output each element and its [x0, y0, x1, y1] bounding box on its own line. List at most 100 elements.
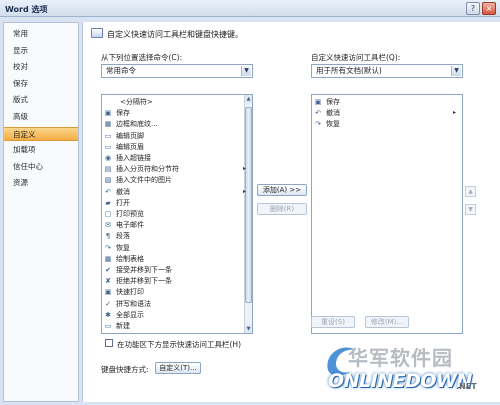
list-item[interactable]: ▦ 绘制表格: [104, 254, 234, 264]
command-icon: ▭: [104, 131, 112, 140]
watermark: 华军软件园 ONLINEDOWN .NET: [318, 338, 500, 405]
command-label: 恢复: [326, 120, 340, 129]
list-item[interactable]: ▭ 编辑页脚: [104, 131, 234, 141]
commands-scrollbar[interactable]: ▲ ▼: [244, 95, 252, 333]
list-item[interactable]: ↶ 撤消 ▸: [314, 108, 456, 118]
command-label: 插入超链接: [116, 154, 151, 162]
sidebar-item[interactable]: 校对: [4, 60, 78, 74]
command-label: 快速打印: [116, 288, 144, 297]
list-item[interactable]: ✔ 接受并移到下一条: [104, 265, 234, 275]
sidebar-item[interactable]: 资源: [4, 176, 78, 190]
command-label: 打开: [116, 198, 130, 207]
command-label: 编辑页眉: [116, 142, 144, 151]
keyboard-shortcut-label: 键盘快捷方式:: [101, 365, 149, 374]
page-heading: 自定义快速访问工具栏和键盘快捷键。: [107, 30, 243, 39]
reset-button[interactable]: 重设(S): [311, 316, 355, 328]
command-label: 保存: [326, 98, 340, 106]
list-item[interactable]: ↶ 撤消 ▸: [104, 187, 246, 197]
list-item[interactable]: ▰ 打开: [104, 198, 234, 208]
command-label: 撤消: [116, 187, 130, 196]
command-icon: ▰: [105, 198, 111, 207]
watermark-suffix: .NET: [456, 382, 477, 391]
list-item[interactable]: ↷ 恢复: [314, 119, 444, 129]
help-button[interactable]: ?: [466, 2, 480, 15]
submenu-arrow-icon: ▸: [452, 109, 456, 117]
command-label: 电子邮件: [116, 221, 144, 230]
list-item[interactable]: ▤ 插入分页符和分节符 ▸: [104, 164, 246, 174]
close-button[interactable]: ×: [482, 2, 496, 15]
command-icon: ▨: [104, 176, 112, 185]
command-icon: ▦: [104, 254, 112, 263]
list-item[interactable]: <分隔符>: [120, 97, 250, 107]
list-item[interactable]: ✘ 拒绝并移到下一条: [104, 276, 234, 286]
customize-shortcut-button[interactable]: 自定义(T)...: [155, 362, 201, 374]
command-source-value: 常用命令: [106, 66, 136, 75]
move-up-button[interactable]: ▲: [465, 186, 476, 197]
list-item[interactable]: ✉ 电子邮件: [104, 220, 234, 230]
command-icon: ◉: [104, 154, 112, 162]
command-icon: ✔: [105, 266, 111, 274]
sidebar-item[interactable]: 常用: [4, 27, 78, 41]
sidebar-item[interactable]: 高级: [4, 110, 78, 124]
command-label: 接受并移到下一条: [116, 266, 172, 274]
command-label: 插入文件中的图片: [116, 176, 172, 185]
command-label: 全部显示: [116, 310, 144, 319]
scroll-down-icon[interactable]: ▼: [245, 325, 252, 333]
commands-list[interactable]: ▲ ▼ <分隔符> ▣ 保存 ▦ 边框和底纹... ▭ 编辑页脚 ▭ 编辑页眉 ◉ 插入超链接 ▤ 插入…: [101, 94, 253, 334]
list-item[interactable]: ▦ 边框和底纹...: [104, 119, 234, 129]
show-below-ribbon-label: 在功能区下方显示快速访问工具栏(H): [117, 340, 241, 349]
scroll-thumb[interactable]: [245, 107, 252, 303]
command-icon: ✓: [105, 299, 111, 308]
list-item[interactable]: ◉ 插入超链接: [104, 153, 234, 163]
command-source-select[interactable]: 常用命令 ▼: [101, 64, 253, 78]
list-item[interactable]: ↷ 恢复: [104, 243, 234, 253]
command-icon: ▣: [104, 288, 112, 297]
submenu-arrow-icon: ▸: [242, 187, 246, 195]
remove-button[interactable]: 删除(R): [257, 203, 307, 215]
command-label: 段落: [116, 232, 130, 241]
sidebar-item[interactable]: 自定义: [4, 126, 78, 141]
watermark-cn: 华军软件园: [348, 346, 453, 370]
list-item[interactable]: ✓ 拼写和语法: [104, 299, 234, 309]
list-item[interactable]: ¶ 段落: [104, 231, 234, 241]
command-label: 拼写和语法: [116, 299, 151, 308]
command-icon: ✉: [105, 221, 111, 230]
chevron-down-icon[interactable]: ▼: [451, 66, 461, 76]
command-label: 新建: [116, 322, 130, 330]
sidebar-item[interactable]: 保存: [4, 77, 78, 91]
chevron-down-icon[interactable]: ▼: [241, 66, 251, 76]
toolbar-target-value: 用于所有文档(默认): [316, 66, 382, 75]
command-icon: ↶: [315, 109, 321, 118]
move-down-button[interactable]: ▼: [465, 204, 476, 215]
list-item[interactable]: ▣ 保存: [314, 97, 444, 107]
list-item[interactable]: ▨ 插入文件中的图片: [104, 175, 234, 185]
command-icon: ↶: [105, 187, 111, 196]
sidebar-item[interactable]: 显示: [4, 44, 78, 58]
toolbar-items-list[interactable]: ▣ 保存 ↶ 撤消 ▸ ↷ 恢复: [311, 94, 463, 334]
command-icon: ▣: [314, 98, 322, 106]
toolbar-target-select[interactable]: 用于所有文档(默认) ▼: [311, 64, 463, 78]
sidebar-item[interactable]: 信任中心: [4, 160, 78, 174]
command-icon: ▣: [104, 109, 112, 118]
sidebar-item[interactable]: 加载项: [4, 143, 78, 157]
show-below-ribbon-checkbox[interactable]: [105, 339, 113, 347]
list-item[interactable]: ✱ 全部显示: [104, 310, 234, 320]
command-label: 保存: [116, 109, 130, 118]
submenu-arrow-icon: ▸: [242, 165, 246, 173]
modify-button[interactable]: 修改(M)...: [365, 316, 409, 328]
watermark-en: ONLINEDOWN: [328, 370, 472, 392]
list-item[interactable]: ▣ 保存: [104, 108, 234, 118]
command-icon: ↷: [105, 243, 111, 252]
sidebar-item[interactable]: 版式: [4, 93, 78, 107]
command-icon: ▭: [104, 142, 112, 151]
command-icon: ▦: [104, 120, 112, 129]
add-button[interactable]: 添加(A) >>: [257, 184, 307, 196]
left-source-label: 从下列位置选择命令(C):: [101, 53, 183, 62]
list-item[interactable]: ▭ 新建: [104, 321, 234, 331]
command-icon: ▤: [104, 165, 112, 174]
list-item[interactable]: ▢ 打印预览: [104, 209, 234, 219]
list-item[interactable]: ▣ 快速打印: [104, 287, 234, 297]
list-item[interactable]: ▭ 编辑页眉: [104, 142, 234, 152]
window-title: Word 选项: [5, 5, 48, 14]
command-icon: ▭: [104, 322, 112, 330]
